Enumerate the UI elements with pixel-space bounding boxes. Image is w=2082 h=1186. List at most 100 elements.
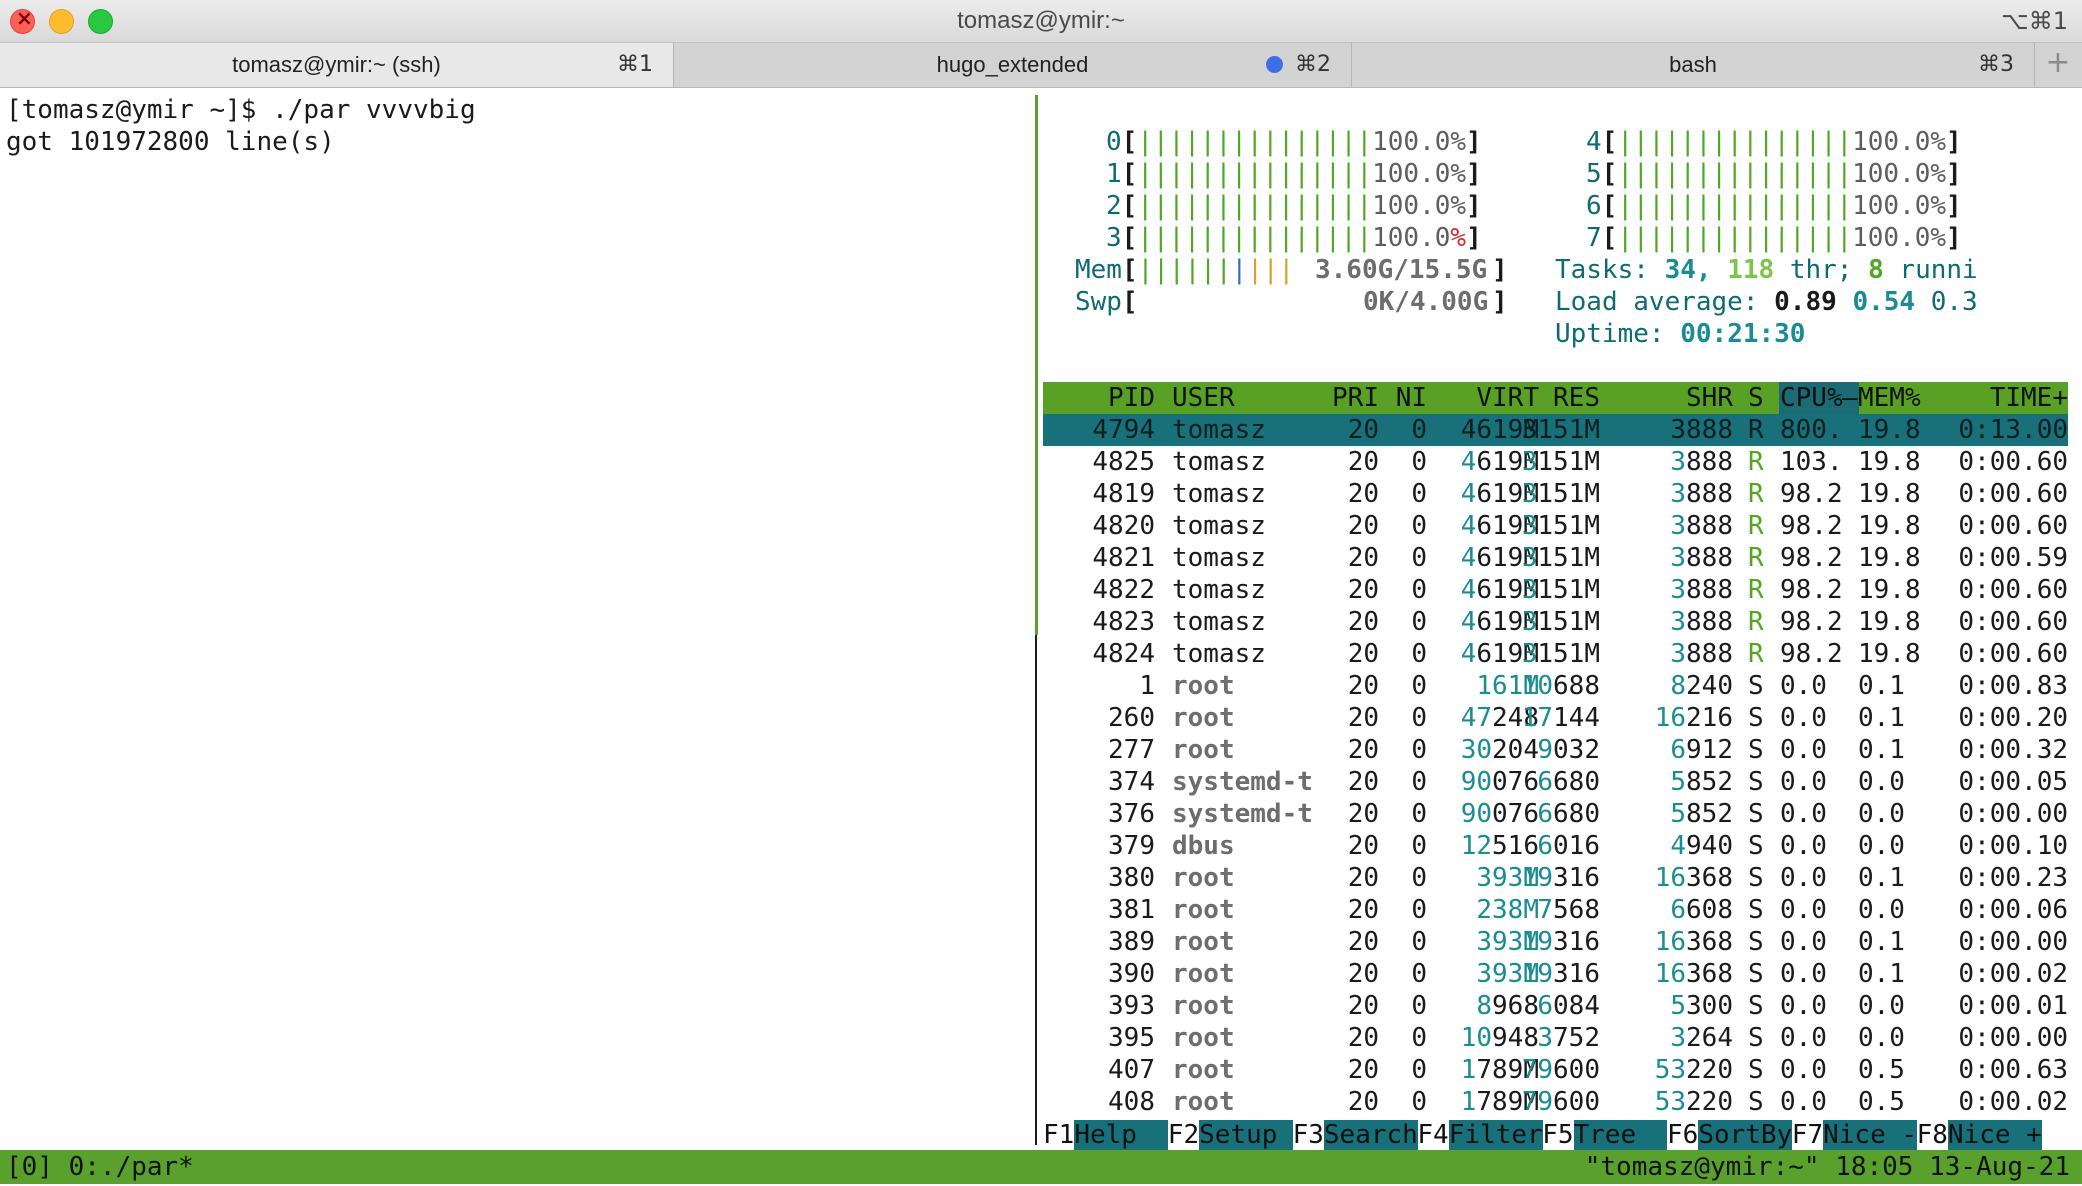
process-cell[interactable]: 10948	[1461, 1022, 1539, 1054]
process-cell[interactable]: S	[1748, 702, 1764, 734]
process-cell[interactable]: 3151M	[1522, 638, 1600, 670]
process-cell[interactable]: tomasz	[1172, 446, 1266, 478]
process-cell[interactable]: 98.2	[1780, 542, 1843, 574]
process-cell[interactable]: 20	[1348, 542, 1379, 574]
process-cell[interactable]: 0.1	[1858, 734, 1905, 766]
process-cell[interactable]: 20	[1348, 606, 1379, 638]
process-cell[interactable]: 79600	[1522, 1054, 1600, 1086]
process-cell[interactable]: 3151M	[1522, 510, 1600, 542]
process-cell[interactable]: 0.1	[1858, 702, 1905, 734]
process-cell[interactable]: 20	[1348, 1022, 1379, 1054]
process-cell[interactable]: 20	[1348, 702, 1379, 734]
tmux-window-list[interactable]: [0] 0:./par*	[6, 1151, 194, 1183]
process-cell[interactable]: 3151M	[1522, 574, 1600, 606]
process-cell[interactable]: 6680	[1537, 798, 1600, 830]
process-cell[interactable]: 0	[1411, 670, 1427, 702]
process-cell[interactable]: tomasz	[1172, 574, 1266, 606]
process-cell[interactable]: 3888	[1670, 574, 1733, 606]
process-cell[interactable]: 3264	[1670, 1022, 1733, 1054]
process-cell[interactable]: root	[1172, 702, 1235, 734]
process-cell[interactable]: 5852	[1670, 766, 1733, 798]
process-cell[interactable]: 0.5	[1858, 1054, 1905, 1086]
process-cell[interactable]: 19.8	[1858, 510, 1921, 542]
process-cell[interactable]: 19.8	[1858, 446, 1921, 478]
process-cell[interactable]: 6016	[1537, 830, 1600, 862]
process-cell[interactable]: 10688	[1522, 670, 1600, 702]
process-cell[interactable]: 103.	[1780, 446, 1843, 478]
process-cell[interactable]: 0:00.59	[1958, 542, 2068, 574]
process-cell[interactable]: S	[1748, 734, 1764, 766]
process-cell[interactable]: S	[1748, 1054, 1764, 1086]
process-cell[interactable]: 30204	[1461, 734, 1539, 766]
process-cell[interactable]: 16368	[1655, 862, 1733, 894]
process-cell[interactable]: R	[1748, 606, 1764, 638]
process-cell[interactable]: S	[1748, 670, 1764, 702]
process-cell[interactable]: S	[1748, 830, 1764, 862]
process-cell[interactable]: 0:00.20	[1958, 702, 2068, 734]
process-cell[interactable]: 0:00.83	[1958, 670, 2068, 702]
process-cell[interactable]: 0.1	[1858, 862, 1905, 894]
process-cell[interactable]: 20	[1348, 1054, 1379, 1086]
process-cell[interactable]: 0.0	[1780, 1022, 1827, 1054]
fkey-f6[interactable]: F6SortBy	[1667, 1119, 1793, 1151]
process-cell[interactable]: 98.2	[1780, 606, 1843, 638]
process-cell[interactable]: 6608	[1670, 894, 1733, 926]
process-cell[interactable]: 0:00.00	[1958, 926, 2068, 958]
process-cell[interactable]: 20	[1348, 510, 1379, 542]
tab-hugo-extended[interactable]: hugo_extended ⌘2	[674, 43, 1352, 87]
process-cell[interactable]: 0:00.23	[1958, 862, 2068, 894]
process-cell[interactable]: 20	[1348, 734, 1379, 766]
process-cell[interactable]: 0	[1411, 734, 1427, 766]
process-cell[interactable]: 0.0	[1780, 958, 1827, 990]
process-cell[interactable]: 3151M	[1522, 478, 1600, 510]
process-cell[interactable]: 0	[1411, 926, 1427, 958]
process-cell[interactable]: 0.0	[1858, 830, 1905, 862]
process-cell[interactable]: 4825	[1092, 446, 1155, 478]
new-tab-plus-icon[interactable]: +	[2034, 43, 2082, 87]
process-cell[interactable]: 12516	[1461, 830, 1539, 862]
process-cell[interactable]: 4820	[1092, 510, 1155, 542]
process-cell[interactable]: 20	[1348, 862, 1379, 894]
process-cell[interactable]: 20	[1348, 670, 1379, 702]
process-cell[interactable]: 9032	[1537, 734, 1600, 766]
process-cell[interactable]: systemd-t	[1172, 766, 1313, 798]
process-cell[interactable]: 0.0	[1780, 862, 1827, 894]
tab-bash[interactable]: bash ⌘3	[1352, 43, 2035, 87]
process-cell[interactable]: 19.8	[1858, 606, 1921, 638]
process-cell[interactable]: 0:00.05	[1958, 766, 2068, 798]
process-cell[interactable]: root	[1172, 734, 1235, 766]
process-cell[interactable]: 4794	[1092, 414, 1155, 446]
process-cell[interactable]: 20	[1348, 926, 1379, 958]
fkey-f8[interactable]: F8Nice +	[1917, 1119, 2042, 1151]
process-cell[interactable]: 19.8	[1858, 478, 1921, 510]
process-cell[interactable]: 4940	[1670, 830, 1733, 862]
tab-ssh[interactable]: tomasz@ymir:~ (ssh) ⌘1	[0, 43, 674, 87]
process-cell[interactable]: 0.0	[1780, 990, 1827, 1022]
process-cell[interactable]: 0:00.60	[1958, 574, 2068, 606]
process-cell[interactable]: 17144	[1522, 702, 1600, 734]
process-cell[interactable]: 4824	[1092, 638, 1155, 670]
process-cell[interactable]: 20	[1348, 638, 1379, 670]
process-cell[interactable]: 0.0	[1780, 1086, 1827, 1118]
process-cell[interactable]: 238M	[1476, 894, 1539, 926]
process-cell[interactable]: 19.8	[1858, 414, 1921, 446]
process-cell[interactable]: 0.0	[1780, 830, 1827, 862]
process-cell[interactable]: 0	[1411, 414, 1427, 446]
process-cell[interactable]: R	[1748, 574, 1764, 606]
process-cell[interactable]: S	[1748, 926, 1764, 958]
process-cell[interactable]: 3151M	[1522, 606, 1600, 638]
process-cell[interactable]: 0	[1411, 702, 1427, 734]
process-cell[interactable]: 0:00.02	[1958, 958, 2068, 990]
process-cell[interactable]: 376	[1108, 798, 1155, 830]
process-cell[interactable]: 390	[1108, 958, 1155, 990]
process-cell[interactable]: 0.0	[1858, 990, 1905, 1022]
process-cell[interactable]: 19.8	[1858, 638, 1921, 670]
process-cell[interactable]: root	[1172, 958, 1235, 990]
process-cell[interactable]: 0.0	[1858, 766, 1905, 798]
process-cell[interactable]: 0.0	[1858, 798, 1905, 830]
process-cell[interactable]: 0:00.06	[1958, 894, 2068, 926]
process-cell[interactable]: 20	[1348, 766, 1379, 798]
process-cell[interactable]: 20	[1348, 894, 1379, 926]
process-cell[interactable]: 393	[1108, 990, 1155, 1022]
process-cell[interactable]: tomasz	[1172, 542, 1266, 574]
